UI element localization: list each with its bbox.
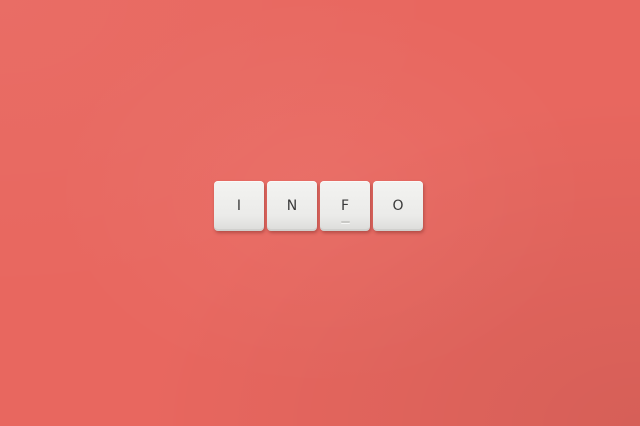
keycap-n: N [267, 181, 317, 231]
keycap-letter: O [392, 198, 404, 214]
keycap-row: I N F O [214, 181, 423, 231]
keycap-letter: F [340, 198, 350, 214]
keycap-letter: N [286, 198, 298, 214]
coral-background: I N F O [0, 0, 640, 426]
keycap-f: F [320, 181, 370, 231]
keycap-o: O [373, 181, 423, 231]
keycap-i: I [214, 181, 264, 231]
home-row-bump [341, 221, 350, 223]
keycap-letter: I [236, 198, 242, 214]
